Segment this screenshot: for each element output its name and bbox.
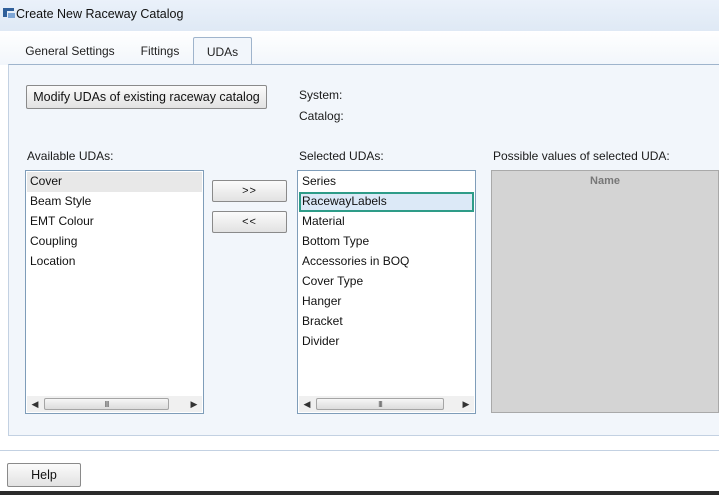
list-item[interactable]: Beam Style: [27, 192, 202, 212]
grip-icon: III: [104, 400, 110, 409]
available-udas-label: Available UDAs:: [27, 149, 114, 163]
scroll-left-arrow-icon[interactable]: ◀: [27, 396, 43, 412]
possible-values-label: Possible values of selected UDA:: [493, 149, 670, 163]
list-item[interactable]: Series: [299, 172, 474, 192]
scroll-thumb[interactable]: III: [316, 398, 444, 410]
selected-udas-list[interactable]: Series RacewayLabels Material Bottom Typ…: [297, 170, 476, 414]
move-left-button[interactable]: <<: [212, 211, 287, 233]
scroll-right-arrow-icon[interactable]: ▶: [186, 396, 202, 412]
footer-divider: [0, 450, 719, 451]
bottom-edge: [0, 491, 719, 495]
modify-udas-button[interactable]: Modify UDAs of existing raceway catalog: [26, 85, 267, 109]
scroll-thumb[interactable]: III: [44, 398, 169, 410]
list-item[interactable]: Cover Type: [299, 272, 474, 292]
list-item[interactable]: Location: [27, 252, 202, 272]
available-udas-list[interactable]: Cover Beam Style EMT Colour Coupling Loc…: [25, 170, 204, 414]
list-item[interactable]: Cover: [27, 172, 202, 192]
list-item[interactable]: Material: [299, 212, 474, 232]
system-label: System:: [299, 88, 343, 102]
list-item[interactable]: Bracket: [299, 312, 474, 332]
list-item-selected[interactable]: RacewayLabels: [299, 192, 474, 212]
raceway-app-icon: [3, 8, 15, 18]
help-button[interactable]: Help: [7, 463, 81, 487]
tab-udas[interactable]: UDAs: [193, 37, 252, 67]
move-right-button[interactable]: >>: [212, 180, 287, 202]
list-item[interactable]: Accessories in BOQ: [299, 252, 474, 272]
tab-general-settings[interactable]: General Settings: [18, 39, 122, 64]
list-item[interactable]: Hanger: [299, 292, 474, 312]
tab-strip: General Settings Fittings UDAs: [0, 31, 719, 67]
possible-values-grid[interactable]: Name: [491, 170, 719, 413]
list-item[interactable]: EMT Colour: [27, 212, 202, 232]
list-item[interactable]: Coupling: [27, 232, 202, 252]
tab-fittings[interactable]: Fittings: [131, 39, 189, 64]
list-item[interactable]: Divider: [299, 332, 474, 352]
window-title: Create New Raceway Catalog: [16, 7, 184, 21]
horizontal-scrollbar[interactable]: ◀ III ▶: [27, 396, 202, 412]
grip-icon: III: [378, 400, 383, 409]
scroll-left-arrow-icon[interactable]: ◀: [299, 396, 315, 412]
scroll-right-arrow-icon[interactable]: ▶: [458, 396, 474, 412]
horizontal-scrollbar[interactable]: ◀ III ▶: [299, 396, 474, 412]
list-item[interactable]: Bottom Type: [299, 232, 474, 252]
title-bar: Create New Raceway Catalog: [0, 0, 719, 32]
selected-udas-label: Selected UDAs:: [299, 149, 384, 163]
name-column-header[interactable]: Name: [492, 171, 718, 191]
catalog-label: Catalog:: [299, 109, 344, 123]
